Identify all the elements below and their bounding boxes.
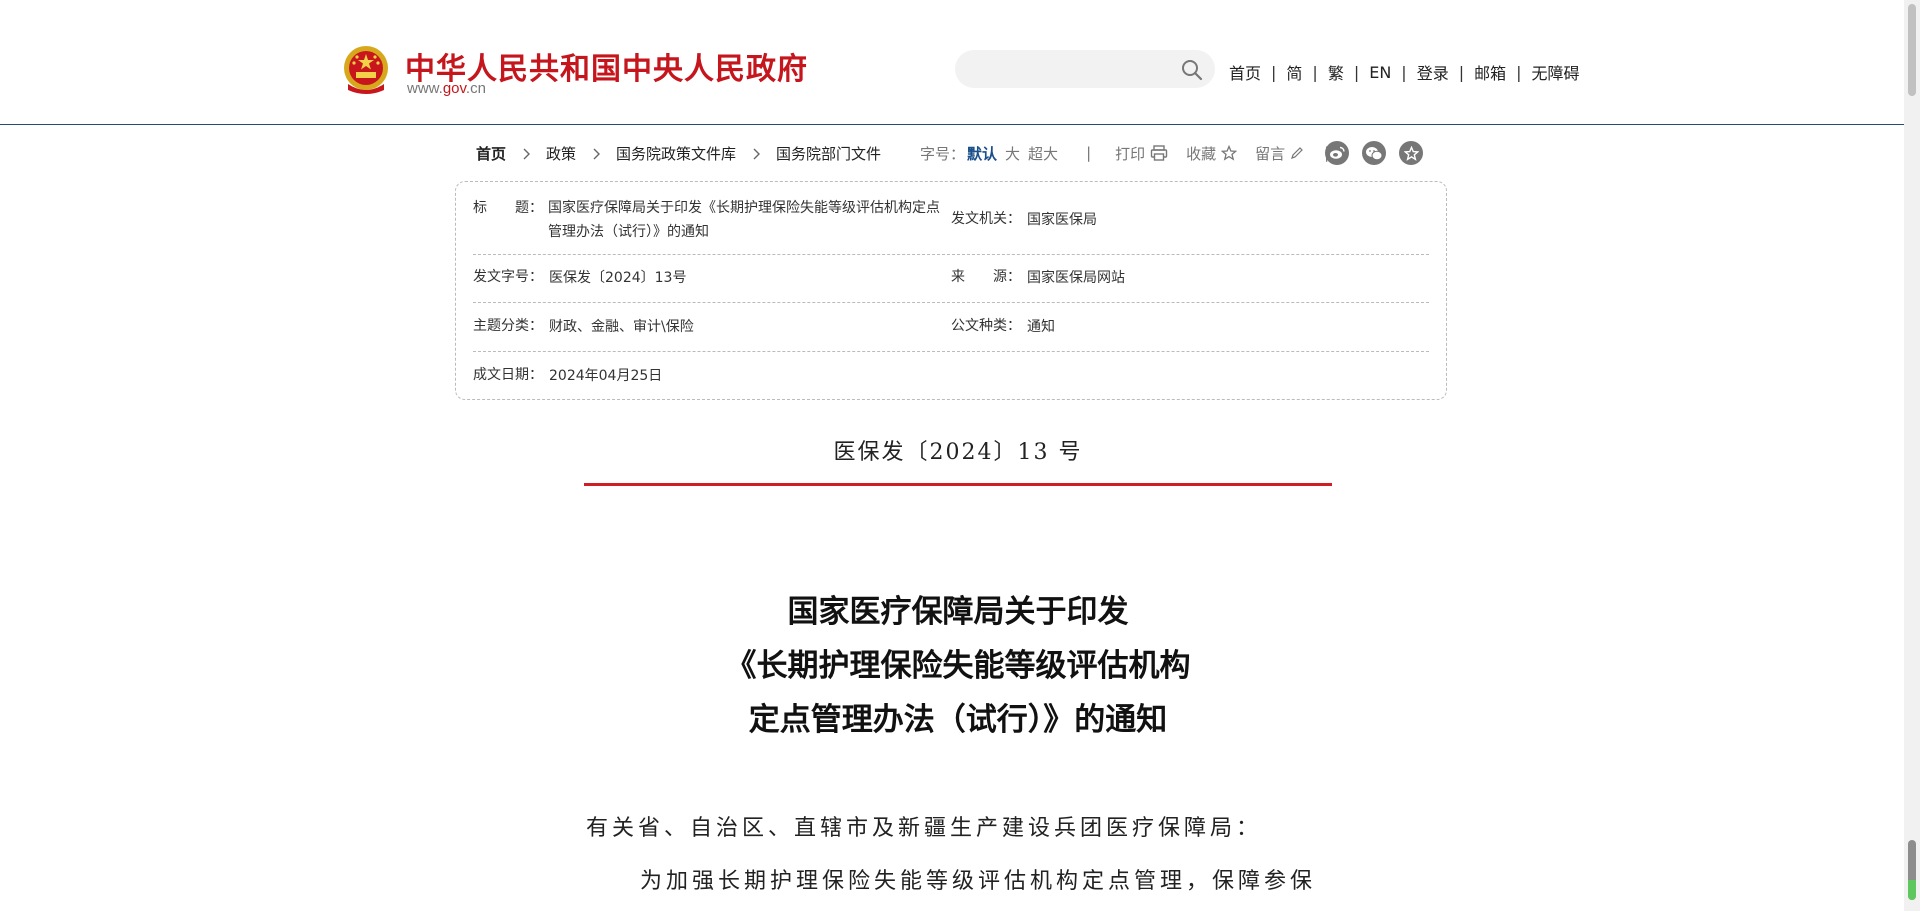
chevron-right-icon (753, 148, 761, 159)
nav-login[interactable]: 登录 (1417, 60, 1449, 84)
info-topic-label: 主题分类： (473, 318, 543, 334)
toolbar-separator: | (1086, 144, 1092, 162)
info-docno-value: 医保发〔2024〕13号 (549, 270, 687, 286)
domain-highlight: gov (442, 80, 466, 97)
font-size-large[interactable]: 大 (1005, 143, 1020, 164)
info-topic: 主题分类： 财政、金融、审计\保险 (473, 315, 943, 339)
info-row-date: 成文日期： 2024年04月25日 (473, 352, 1429, 400)
scrollbar-thumb[interactable] (1908, 4, 1916, 96)
info-doctype-label: 公文种类： (951, 318, 1021, 334)
info-topic-value: 财政、金融、审计\保险 (549, 319, 694, 335)
info-row-docno: 发文字号： 医保发〔2024〕13号 来 源： 国家医保局网站 (473, 254, 1429, 303)
site-domain: www.gov.cn (407, 80, 486, 97)
favorite-button[interactable]: 收藏 (1186, 143, 1238, 164)
info-docno: 发文字号： 医保发〔2024〕13号 (473, 266, 943, 290)
comment-label: 留言 (1255, 144, 1286, 163)
nav-separator: | (1312, 62, 1318, 82)
info-date: 成文日期： 2024年04月25日 (473, 364, 943, 388)
info-date-label: 成文日期： (473, 367, 543, 383)
pencil-icon (1291, 147, 1304, 159)
nav-separator: | (1271, 62, 1277, 82)
breadcrumb-policy-library[interactable]: 国务院政策文件库 (616, 143, 736, 164)
star-outline-icon (1221, 145, 1238, 161)
star-icon (1403, 145, 1419, 161)
nav-separator: | (1458, 62, 1465, 82)
weibo-share-button[interactable] (1325, 141, 1349, 165)
article-toolbar: 字号： 默认 大 超大 | 打印 收藏 留言 | (920, 140, 1329, 166)
nav-home[interactable]: 首页 (1229, 60, 1261, 84)
domain-suffix: .cn (465, 80, 486, 97)
info-docno-label: 发文字号： (473, 269, 543, 285)
share-buttons (1325, 141, 1423, 165)
domain-prefix: www. (407, 80, 443, 97)
document-title-line: 国家医疗保障局关于印发 (787, 594, 1129, 630)
info-source-label: 来 源： (951, 269, 1021, 285)
info-issuer-label: 发文机关： (951, 211, 1021, 227)
site-header: 中华人民共和国中央人民政府 www.gov.cn 首页 | 简 | 繁 | EN | 登… (0, 0, 1904, 125)
document-paragraph: 为加强长期护理保险失能等级评估机构定点管理，保障参保 (640, 869, 1317, 894)
breadcrumb-home[interactable]: 首页 (476, 143, 506, 164)
info-title-value: 国家医疗保障局关于印发《长期护理保险失能等级评估机构定点管理办法（试行）》的通知 (548, 200, 941, 240)
nav-accessibility[interactable]: 无障碍 (1532, 60, 1580, 84)
font-size-label: 字号： (920, 144, 966, 163)
nav-separator: | (1353, 62, 1360, 82)
document-info-box: 标 题： 国家医疗保障局关于印发《长期护理保险失能等级评估机构定点管理办法（试行… (455, 181, 1447, 400)
weibo-icon (1330, 146, 1345, 159)
page-scrollbar[interactable] (1904, 0, 1920, 911)
favorite-share-button[interactable] (1399, 141, 1423, 165)
nav-separator: | (1401, 62, 1407, 82)
document-red-rule (584, 483, 1332, 486)
info-source-value: 国家医保局网站 (1027, 270, 1125, 286)
chevron-right-icon (593, 148, 601, 159)
document-title-line: 《长期护理保险失能等级评估机构 (725, 648, 1191, 684)
print-label: 打印 (1115, 144, 1146, 163)
info-source: 来 源： 国家医保局网站 (951, 266, 1421, 290)
breadcrumb-policy[interactable]: 政策 (546, 143, 576, 164)
wechat-share-button[interactable] (1362, 141, 1386, 165)
info-issuer: 发文机关： 国家医保局 (951, 208, 1421, 232)
scrollbar-marker (1908, 880, 1916, 900)
printer-icon (1150, 145, 1168, 161)
document-salutation: 有关省、自治区、直辖市及新疆生产建设兵团医疗保障局： (586, 816, 1263, 841)
font-size-default[interactable]: 默认 (967, 143, 997, 164)
nav-separator: | (1516, 62, 1522, 82)
info-row-topic: 主题分类： 财政、金融、审计\保险 公文种类： 通知 (473, 303, 1429, 352)
nav-mail[interactable]: 邮箱 (1474, 60, 1506, 84)
chevron-right-icon (523, 148, 531, 159)
info-title: 标 题： 国家医疗保障局关于印发《长期护理保险失能等级评估机构定点管理办法（试行… (473, 196, 943, 244)
wechat-icon (1366, 146, 1383, 160)
favorite-label: 收藏 (1186, 144, 1217, 163)
print-button[interactable]: 打印 (1115, 143, 1168, 164)
search-input[interactable] (973, 58, 1167, 82)
document-number: 医保发〔2024〕13 号 (833, 440, 1083, 465)
info-date-value: 2024年04月25日 (549, 368, 663, 384)
document-title-line: 定点管理办法（试行）》的通知 (748, 702, 1168, 738)
breadcrumb: 首页 政策 国务院政策文件库 国务院部门文件 (476, 143, 881, 164)
info-issuer-value: 国家医保局 (1027, 212, 1097, 228)
document-title: 国家医疗保障局关于印发 《长期护理保险失能等级评估机构 定点管理办法（试行）》的… (584, 585, 1332, 747)
comment-button[interactable]: 留言 (1255, 143, 1304, 164)
info-doctype: 公文种类： 通知 (951, 315, 1421, 339)
nav-english[interactable]: EN (1369, 63, 1391, 82)
nav-simplified[interactable]: 简 (1286, 60, 1302, 84)
info-title-label: 标 题： (473, 200, 543, 216)
breadcrumb-department-files[interactable]: 国务院部门文件 (776, 143, 881, 164)
font-size-xlarge[interactable]: 超大 (1028, 143, 1058, 164)
info-doctype-value: 通知 (1027, 319, 1055, 335)
info-row-title: 标 题： 国家医疗保障局关于印发《长期护理保险失能等级评估机构定点管理办法（试行… (473, 192, 1429, 255)
nav-traditional[interactable]: 繁 (1328, 60, 1344, 84)
search-box (955, 50, 1215, 88)
top-nav: 首页 | 简 | 繁 | EN | 登录 | 邮箱 | 无障碍 (1229, 60, 1580, 84)
national-emblem-icon[interactable] (340, 44, 392, 96)
search-icon[interactable] (1181, 59, 1203, 81)
